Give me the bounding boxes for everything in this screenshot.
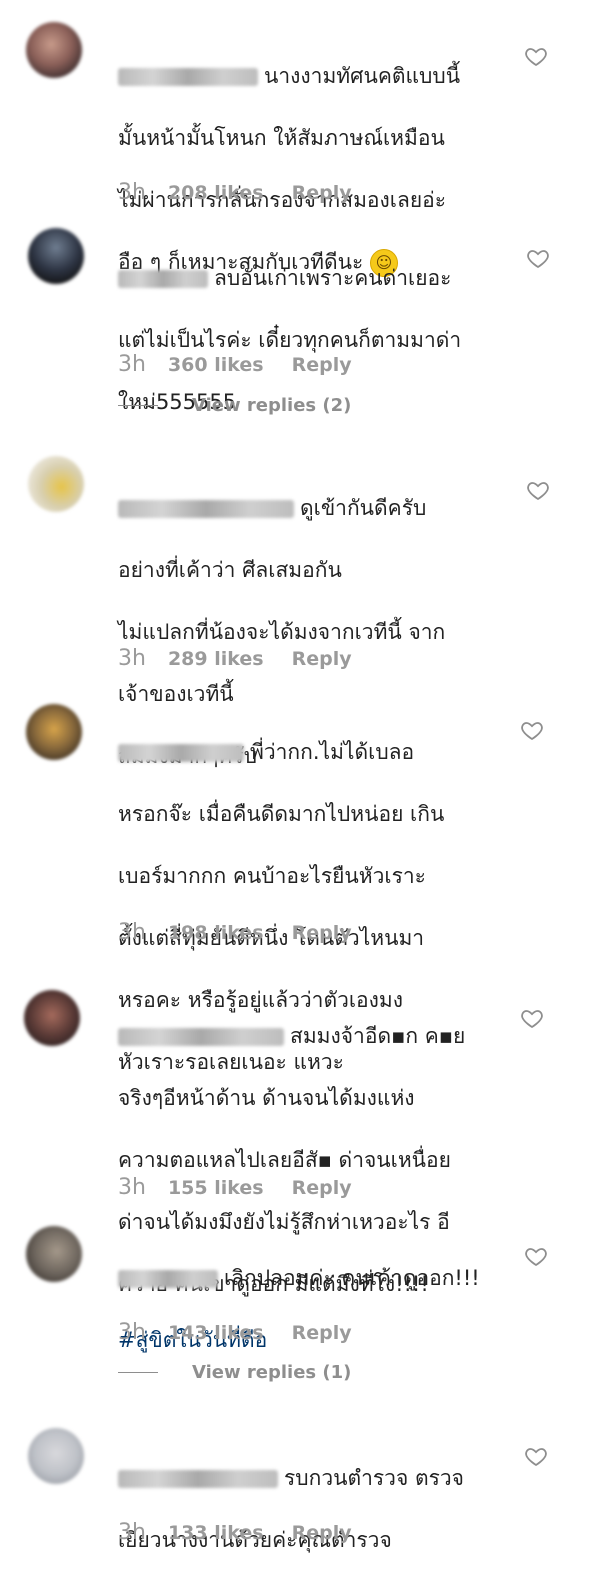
like-count[interactable]: 143 likes	[168, 1322, 264, 1344]
comment-meta: 3h 155 likes Reply	[118, 1175, 352, 1200]
like-count[interactable]: 208 likes	[168, 182, 264, 204]
timestamp: 3h	[118, 920, 146, 945]
reply-button[interactable]: Reply	[292, 922, 352, 944]
reply-button[interactable]: Reply	[292, 1522, 352, 1544]
like-count[interactable]: 289 likes	[168, 648, 264, 670]
heart-icon[interactable]	[524, 1244, 548, 1268]
reply-button[interactable]: Reply	[292, 182, 352, 204]
comment-text: ลบอันเก่าเพราะคนด่าเยอะ แต่ไม่เป็นไรค่ะ …	[118, 266, 462, 414]
divider	[118, 405, 158, 406]
comment-meta: 3h 143 likes Reply	[118, 1320, 352, 1345]
comment-meta: 3h 198 likes Reply	[118, 920, 352, 945]
username[interactable]	[118, 270, 208, 288]
username[interactable]	[118, 500, 294, 518]
comment-meta: 3h 360 likes Reply	[118, 352, 352, 377]
like-count[interactable]: 155 likes	[168, 1177, 264, 1199]
like-count[interactable]: 360 likes	[168, 354, 264, 376]
avatar[interactable]	[26, 1226, 82, 1282]
reply-button[interactable]: Reply	[292, 648, 352, 670]
comment-meta: 3h 289 likes Reply	[118, 646, 352, 671]
reply-button[interactable]: Reply	[292, 1322, 352, 1344]
username[interactable]	[118, 1470, 278, 1488]
heart-icon[interactable]	[524, 44, 548, 68]
like-count[interactable]: 198 likes	[168, 922, 264, 944]
comment-meta: 3h 133 likes Reply	[118, 1520, 352, 1545]
timestamp: 3h	[118, 180, 146, 205]
avatar[interactable]	[28, 228, 84, 284]
username[interactable]	[118, 744, 244, 762]
comment-meta: 3h 208 likes Reply	[118, 180, 352, 205]
divider	[118, 1372, 158, 1373]
reply-button[interactable]: Reply	[292, 1177, 352, 1199]
username[interactable]	[118, 1028, 284, 1046]
username[interactable]	[118, 68, 258, 86]
avatar[interactable]	[28, 456, 84, 512]
view-replies-button[interactable]: View replies (1)	[118, 1362, 351, 1383]
avatar[interactable]	[28, 1428, 84, 1484]
heart-icon[interactable]	[520, 1006, 544, 1030]
heart-icon[interactable]	[524, 1444, 548, 1468]
avatar[interactable]	[26, 704, 82, 760]
heart-icon[interactable]	[526, 478, 550, 502]
heart-icon[interactable]	[526, 246, 550, 270]
timestamp: 3h	[118, 1175, 146, 1200]
avatar[interactable]	[26, 22, 82, 78]
timestamp: 3h	[118, 1320, 146, 1345]
view-replies-button[interactable]: View replies (2)	[118, 395, 351, 416]
reply-button[interactable]: Reply	[292, 354, 352, 376]
timestamp: 3h	[118, 646, 146, 671]
username[interactable]	[118, 1270, 218, 1288]
timestamp: 3h	[118, 1520, 146, 1545]
avatar[interactable]	[24, 990, 80, 1046]
heart-icon[interactable]	[520, 718, 544, 742]
timestamp: 3h	[118, 352, 146, 377]
like-count[interactable]: 133 likes	[168, 1522, 264, 1544]
